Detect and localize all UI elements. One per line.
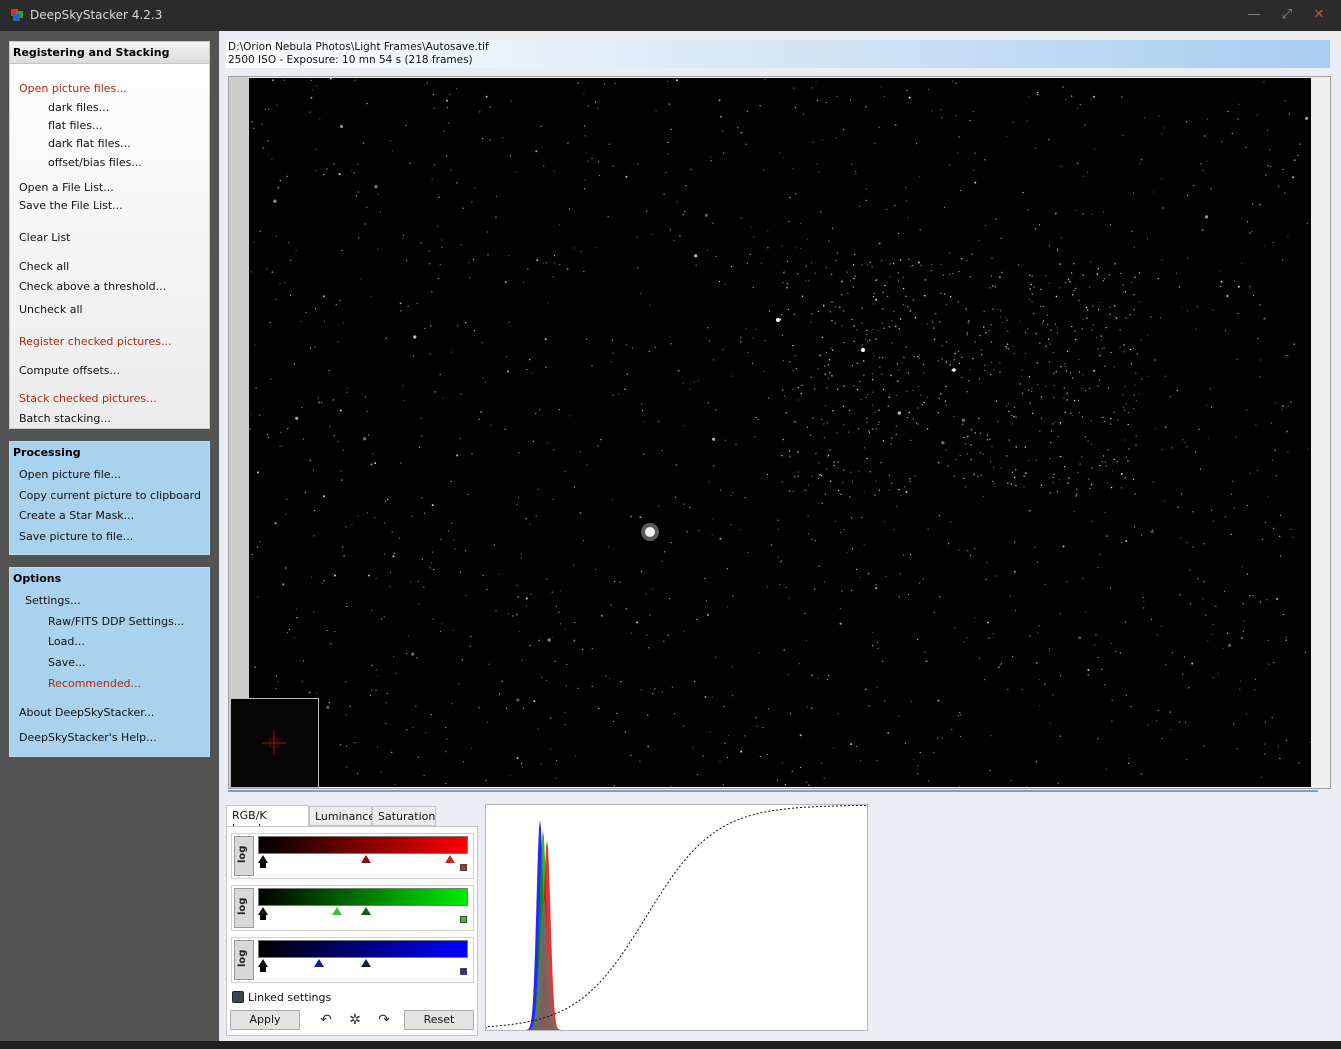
stacked-image[interactable] xyxy=(249,78,1311,787)
levels-panel: log log log xyxy=(226,826,478,1036)
registering-header: Registering and Stacking xyxy=(10,42,209,64)
title-bar: DeepSkyStacker 4.2.3 — ⤢ ✕ xyxy=(0,0,1341,31)
starfield-picture xyxy=(249,78,1311,787)
blue-black-marker xyxy=(260,966,266,972)
blue-white-point-handle[interactable] xyxy=(361,959,371,967)
log-label: log xyxy=(237,845,248,863)
preview-thumbnail[interactable] xyxy=(230,698,319,788)
green-level-control: log xyxy=(231,885,474,931)
close-button[interactable]: ✕ xyxy=(1309,6,1329,24)
processing-panel: Processing Open picture file... Copy cur… xyxy=(9,441,210,555)
check-all-link[interactable]: Check all xyxy=(19,260,69,273)
window-title: DeepSkyStacker 4.2.3 xyxy=(30,8,163,22)
horizontal-scrollbar[interactable] xyxy=(228,790,1318,792)
green-black-marker xyxy=(260,914,266,920)
apply-button[interactable]: Apply xyxy=(230,1010,300,1030)
flat-files-link[interactable]: flat files... xyxy=(48,119,102,132)
red-black-marker xyxy=(260,862,266,868)
compute-offsets-link[interactable]: Compute offsets... xyxy=(19,364,120,377)
red-swatch xyxy=(460,864,467,871)
open-file-list-link[interactable]: Open a File List... xyxy=(19,181,114,194)
levels-tabs: RGB/K Levels Luminance Saturation xyxy=(226,805,478,835)
log-label: log xyxy=(237,897,248,915)
open-picture-files-link[interactable]: Open picture files... xyxy=(19,82,127,95)
red-log-toggle[interactable]: log xyxy=(234,836,254,876)
save-picture-link[interactable]: Save picture to file... xyxy=(19,530,133,543)
red-white-point-handle[interactable] xyxy=(445,855,455,863)
minimize-button[interactable]: — xyxy=(1244,6,1264,24)
uncheck-all-link[interactable]: Uncheck all xyxy=(19,303,83,316)
log-label: log xyxy=(237,949,248,967)
red-midtone-handle[interactable] xyxy=(361,855,371,863)
main-area: D:\Orion Nebula Photos\Light Frames\Auto… xyxy=(219,31,1341,1041)
green-swatch xyxy=(460,916,467,923)
green-gradient xyxy=(258,888,468,906)
blue-gradient xyxy=(258,940,468,958)
crosshair-icon xyxy=(262,731,286,755)
blue-level-control: log xyxy=(231,937,474,983)
save-file-list-link[interactable]: Save the File List... xyxy=(19,199,123,212)
checkbox-box[interactable] xyxy=(232,991,244,1003)
blue-swatch xyxy=(460,968,467,975)
help-link[interactable]: DeepSkyStacker's Help... xyxy=(19,731,157,744)
raw-fits-settings-link[interactable]: Raw/FITS DDP Settings... xyxy=(48,615,184,628)
sidebar: Registering and Stacking Open picture fi… xyxy=(0,31,219,1041)
file-details: 2500 ISO - Exposure: 10 mn 54 s (218 fra… xyxy=(228,54,473,66)
green-log-toggle[interactable]: log xyxy=(234,888,254,928)
clear-list-link[interactable]: Clear List xyxy=(19,231,71,244)
app-logo-icon xyxy=(11,9,23,21)
stack-checked-link[interactable]: Stack checked pictures... xyxy=(19,392,157,405)
green-midtone-handle[interactable] xyxy=(332,907,342,915)
histogram-panel xyxy=(485,804,868,1031)
register-checked-link[interactable]: Register checked pictures... xyxy=(19,335,172,348)
tab-saturation[interactable]: Saturation xyxy=(372,806,436,826)
red-gradient xyxy=(258,836,468,854)
dark-flat-files-link[interactable]: dark flat files... xyxy=(48,137,131,150)
blue-midtone-handle[interactable] xyxy=(314,959,324,967)
registering-panel: Registering and Stacking Open picture fi… xyxy=(9,41,210,429)
options-header: Options xyxy=(13,572,62,585)
blue-log-toggle[interactable]: log xyxy=(234,940,254,980)
offset-bias-files-link[interactable]: offset/bias files... xyxy=(48,156,142,169)
dark-files-link[interactable]: dark files... xyxy=(48,101,109,114)
copy-to-clipboard-link[interactable]: Copy current picture to clipboard xyxy=(19,489,201,502)
image-viewer[interactable] xyxy=(228,76,1331,789)
create-star-mask-link[interactable]: Create a Star Mask... xyxy=(19,509,134,522)
recommended-settings-link[interactable]: Recommended... xyxy=(48,677,141,690)
processing-header: Processing xyxy=(13,446,81,459)
undo-icon[interactable]: ↶ xyxy=(316,1011,336,1029)
file-path: D:\Orion Nebula Photos\Light Frames\Auto… xyxy=(228,41,489,53)
histogram-plot xyxy=(485,804,867,1030)
load-settings-link[interactable]: Load... xyxy=(48,635,85,648)
linked-settings-label: Linked settings xyxy=(248,991,332,1004)
file-info-bar: D:\Orion Nebula Photos\Light Frames\Auto… xyxy=(226,40,1330,68)
check-above-threshold-link[interactable]: Check above a threshold... xyxy=(19,280,166,293)
green-white-point-handle[interactable] xyxy=(361,907,371,915)
settings-link[interactable]: Settings... xyxy=(25,594,81,607)
save-settings-link[interactable]: Save... xyxy=(48,656,86,669)
viewer-scrollbar[interactable] xyxy=(229,77,249,788)
redo-icon[interactable]: ↷ xyxy=(374,1011,394,1029)
linked-settings-checkbox[interactable]: Linked settings xyxy=(232,991,331,1004)
about-link[interactable]: About DeepSkyStacker... xyxy=(19,706,154,719)
reset-button[interactable]: Reset xyxy=(404,1010,474,1030)
red-level-control: log xyxy=(231,833,474,879)
tab-luminance[interactable]: Luminance xyxy=(309,806,375,826)
options-panel: Options Settings... Raw/FITS DDP Setting… xyxy=(9,567,210,757)
tab-rgb-levels[interactable]: RGB/K Levels xyxy=(226,805,309,835)
batch-stacking-link[interactable]: Batch stacking... xyxy=(19,412,111,425)
gear-icon[interactable]: ✲ xyxy=(345,1011,365,1029)
maximize-button[interactable]: ⤢ xyxy=(1277,6,1297,24)
open-picture-file-link[interactable]: Open picture file... xyxy=(19,468,121,481)
